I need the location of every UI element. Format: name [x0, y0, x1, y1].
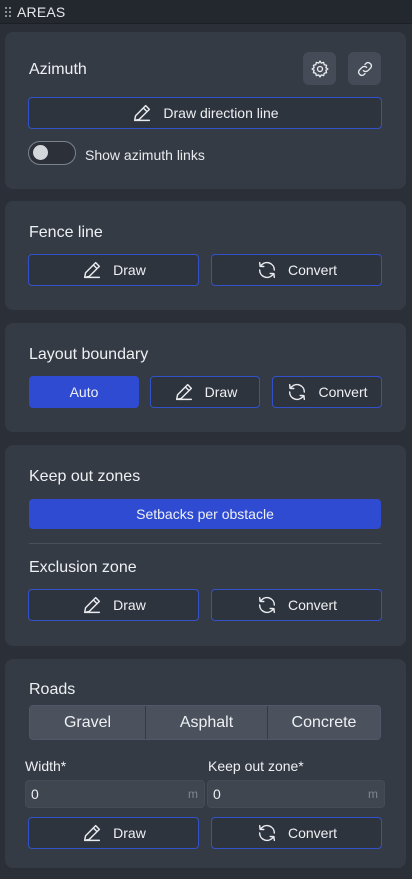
panel-title: AREAS: [17, 3, 66, 20]
layout-draw-button[interactable]: Draw: [150, 376, 260, 408]
width-value: 0: [31, 786, 39, 802]
exclusion-zone-heading: Exclusion zone: [29, 559, 137, 576]
road-type-asphalt[interactable]: Asphalt: [145, 706, 267, 739]
layout-auto-button[interactable]: Auto: [29, 376, 139, 408]
convert-icon: [286, 381, 308, 403]
drag-handle-icon[interactable]: [5, 6, 13, 17]
pencil-icon: [81, 259, 103, 281]
fence-convert-button[interactable]: Convert: [211, 254, 382, 286]
road-type-gravel[interactable]: Gravel: [30, 706, 145, 739]
convert-icon: [256, 259, 278, 281]
draw-direction-line-label: Draw direction line: [163, 105, 279, 121]
keep-out-zones-heading: Keep out zones: [29, 468, 141, 485]
azimuth-section: Azimuth Draw direction line Show azimuth…: [5, 32, 406, 189]
convert-icon: [256, 822, 278, 844]
width-unit: m: [188, 787, 198, 801]
layout-draw-label: Draw: [204, 384, 238, 400]
layout-convert-button[interactable]: Convert: [272, 376, 382, 408]
exclusion-draw-label: Draw: [113, 597, 146, 613]
toggle-knob: [33, 145, 48, 160]
azimuth-link-button[interactable]: [348, 52, 381, 85]
layout-boundary-heading: Layout boundary: [29, 346, 149, 363]
pencil-icon: [81, 594, 103, 616]
pencil-icon: [81, 822, 103, 844]
fence-draw-button[interactable]: Draw: [28, 254, 199, 286]
keep-out-zone-label: Keep out zone*: [208, 758, 304, 774]
roads-heading: Roads: [29, 681, 76, 698]
keep-out-zones-section: Keep out zones Setbacks per obstacle Exc…: [5, 445, 406, 646]
panel-titlebar: AREAS: [0, 0, 412, 24]
road-type-selector: Gravel Asphalt Concrete: [29, 705, 381, 740]
link-icon: [357, 61, 372, 76]
show-azimuth-links-label: Show azimuth links: [85, 147, 205, 163]
layout-auto-label: Auto: [69, 384, 99, 400]
width-label: Width*: [25, 758, 67, 774]
keep-out-zone-value: 0: [213, 786, 221, 802]
azimuth-heading: Azimuth: [29, 61, 87, 78]
section-divider: [29, 543, 381, 544]
width-field[interactable]: 0 m: [25, 780, 205, 808]
roads-draw-button[interactable]: Draw: [28, 817, 199, 849]
fence-draw-label: Draw: [113, 262, 146, 278]
keep-out-zone-unit: m: [368, 787, 378, 801]
roads-convert-label: Convert: [287, 825, 338, 841]
gear-icon: [310, 59, 329, 78]
roads-convert-button[interactable]: Convert: [211, 817, 382, 849]
setbacks-per-obstacle-label: Setbacks per obstacle: [136, 506, 274, 522]
pencil-icon: [173, 381, 195, 403]
fence-line-section: Fence line Draw Convert: [5, 201, 406, 310]
setbacks-per-obstacle-button[interactable]: Setbacks per obstacle: [29, 499, 381, 529]
fence-convert-label: Convert: [287, 262, 338, 278]
show-azimuth-links-toggle[interactable]: [28, 141, 76, 165]
draw-direction-line-button[interactable]: Draw direction line: [28, 97, 382, 129]
layout-convert-label: Convert: [318, 384, 368, 400]
convert-icon: [256, 594, 278, 616]
azimuth-settings-button[interactable]: [303, 52, 336, 85]
keep-out-zone-field[interactable]: 0 m: [207, 780, 385, 808]
exclusion-convert-label: Convert: [287, 597, 338, 613]
roads-section: Roads Gravel Asphalt Concrete Width* Kee…: [5, 659, 406, 868]
road-type-concrete[interactable]: Concrete: [267, 706, 380, 739]
exclusion-convert-button[interactable]: Convert: [211, 589, 382, 621]
pencil-icon: [131, 102, 153, 124]
fence-line-heading: Fence line: [29, 224, 103, 241]
exclusion-draw-button[interactable]: Draw: [28, 589, 199, 621]
roads-draw-label: Draw: [113, 825, 146, 841]
layout-boundary-section: Layout boundary Auto Draw Convert: [5, 323, 406, 432]
